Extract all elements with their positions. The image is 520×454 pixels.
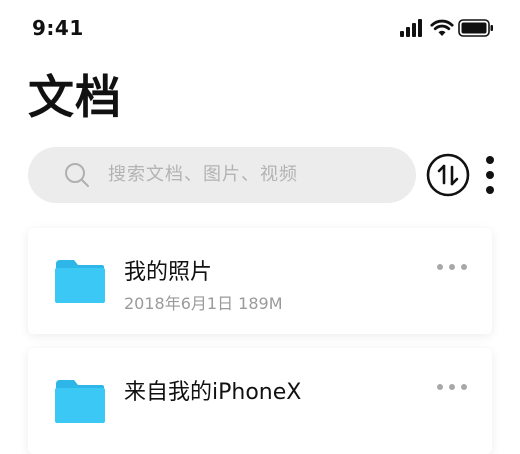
file-card[interactable]: 我的照片 2018年6月1日 189M	[28, 228, 492, 334]
file-card[interactable]: 来自我的iPhoneX	[28, 348, 492, 454]
file-name: 我的照片	[124, 260, 213, 285]
folder-icon	[55, 380, 105, 423]
search-icon	[65, 163, 89, 187]
status-time: 9:41	[32, 16, 84, 40]
more-options-icon[interactable]	[436, 262, 468, 272]
page-title: 文档	[28, 70, 122, 124]
more-options-icon[interactable]	[436, 382, 468, 392]
sort-up-down-icon[interactable]	[426, 153, 470, 197]
battery-icon	[458, 19, 493, 37]
folder-icon	[55, 260, 105, 303]
file-name: 来自我的iPhoneX	[124, 380, 302, 405]
search-placeholder: 搜索文档、图片、视频	[108, 164, 298, 185]
cellular-signal-icon	[400, 19, 422, 37]
wifi-icon	[430, 19, 454, 36]
file-meta: 2018年6月1日 189M	[124, 294, 283, 313]
search-bar[interactable]: 搜索文档、图片、视频	[28, 147, 416, 203]
vertical-ellipsis-icon[interactable]	[480, 153, 500, 197]
